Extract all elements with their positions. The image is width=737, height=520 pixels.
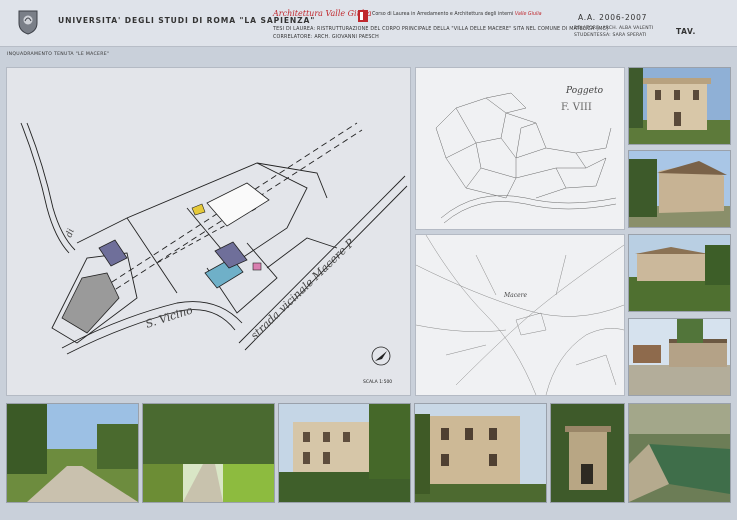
- photo-ruin-1-image: [279, 404, 410, 502]
- photo-villa-main: [628, 67, 731, 145]
- building-yellow: [191, 203, 206, 216]
- historic-place-label: Macere: [503, 292, 528, 299]
- header-bar: UNIVERSITA' DEGLI STUDI DI ROMA "LA SAPI…: [0, 0, 737, 47]
- tav-label: TAV.: [676, 27, 696, 36]
- building-blue: [98, 239, 128, 267]
- building-dark: [214, 241, 248, 269]
- photo-barn: [628, 234, 731, 312]
- course-logo-icon: [358, 10, 368, 22]
- photo-pool: [628, 403, 731, 503]
- photo-ruin-2: [414, 403, 547, 503]
- photo-ruin-2-image: [415, 404, 546, 502]
- photo-road-1-image: [7, 404, 138, 502]
- photo-barn-image: [629, 235, 730, 311]
- cadastral-map-panel: Poggeto F. VIII: [415, 67, 625, 230]
- photo-ruin-1: [278, 403, 411, 503]
- photo-road-2-image: [143, 404, 274, 502]
- photo-villa-main-image: [629, 68, 730, 144]
- site-plan-panel: S. Vicino strada vicinale Macere P di SC…: [6, 67, 411, 396]
- site-plan-drawing: S. Vicino strada vicinale Macere P di SC…: [20, 122, 408, 385]
- cadastral-map-drawing: Poggeto F. VIII: [435, 86, 617, 224]
- corner-label: di: [64, 227, 76, 239]
- faculty-logo: Architettura Valle Giulia: [273, 9, 372, 18]
- thesis-title: TESI DI LAUREA: RISTRUTTURAZIONE DEL COR…: [273, 27, 609, 32]
- academic-year: A.A. 2006-2007: [578, 13, 648, 22]
- building-white: [206, 182, 270, 227]
- historic-map-drawing: Macere: [415, 234, 625, 396]
- correlatore: CORRELATORE: ARCH. GIOVANNI PAESCH: [273, 35, 379, 40]
- road-label-s-vicino: S. Vicino: [144, 303, 195, 331]
- photo-tower: [550, 403, 625, 503]
- section-subtitle: INQUADRAMENTO TENUTA "LE MACERE": [7, 52, 110, 57]
- photo-road-1: [6, 403, 139, 503]
- photo-shed-image: [629, 319, 730, 395]
- building-grey: [61, 272, 120, 334]
- north-arrow-icon: [371, 346, 391, 366]
- photo-shed: [628, 318, 731, 396]
- photo-tower-image: [551, 404, 624, 502]
- photo-farmhouse: [628, 150, 731, 228]
- photo-road-2: [142, 403, 275, 503]
- photo-pool-image: [629, 404, 730, 502]
- credits: RELATORE: ARCH. ALBA VALENTI STUDENTESSA…: [574, 26, 654, 38]
- photo-farmhouse-image: [629, 151, 730, 227]
- course-name: Corso di Laurea in Arredamento e Archite…: [372, 12, 542, 17]
- university-crest-icon: [18, 10, 38, 35]
- cadastral-place-label: Poggeto: [565, 86, 604, 96]
- building-pink: [252, 262, 262, 271]
- historic-map-panel: Macere: [415, 234, 625, 396]
- scale-label: SCALA 1:500: [363, 379, 392, 385]
- cadastral-sheet-label: F. VIII: [561, 102, 592, 113]
